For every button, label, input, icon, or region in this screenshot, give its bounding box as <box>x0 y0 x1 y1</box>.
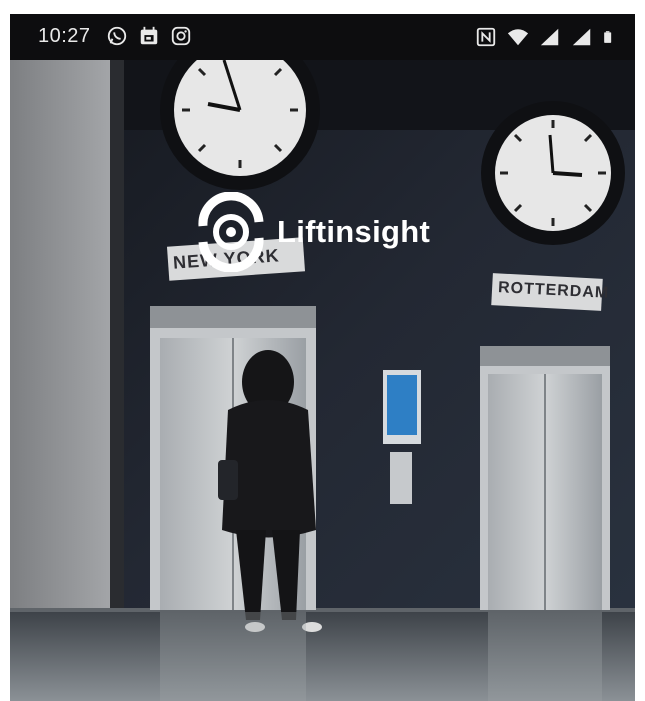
signal-icon <box>572 28 591 46</box>
instagram-icon <box>171 26 191 46</box>
signal-icon <box>540 28 559 46</box>
wifi-icon <box>507 29 529 46</box>
app-name: Liftinsight <box>277 214 431 249</box>
calendar-icon <box>140 26 158 45</box>
whatsapp-icon <box>107 26 127 46</box>
elevator-lobby-image <box>10 60 635 701</box>
liftinsight-logo-icon <box>198 192 264 272</box>
app-logo: Liftinsight <box>191 192 430 272</box>
nfc-icon <box>476 27 496 47</box>
status-bar: 10:27 <box>10 14 635 60</box>
phone-screen: 10:27 NEW YORK ROTTERDAM Liftinsight <box>10 14 635 701</box>
status-time: 10:27 <box>38 25 91 47</box>
battery-icon <box>604 31 612 43</box>
system-icons <box>475 26 617 48</box>
notification-icons <box>106 25 192 47</box>
